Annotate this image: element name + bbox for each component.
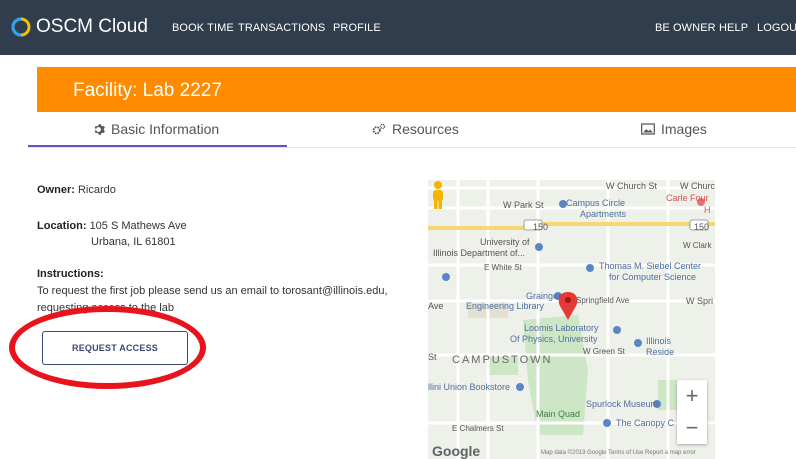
map-label: Spurlock Museum bbox=[586, 399, 659, 409]
map-label: Main Quad bbox=[536, 409, 581, 419]
map-label: H bbox=[704, 205, 711, 215]
map-label: W Church St bbox=[680, 181, 715, 191]
instructions-heading: Instructions: bbox=[37, 268, 104, 280]
location-map[interactable]: W Church St W Church St W Park St Campus… bbox=[428, 180, 715, 459]
owner-label: Owner: bbox=[37, 184, 75, 196]
nav-be-owner[interactable]: BE OWNER bbox=[655, 22, 716, 34]
map-label: W Green St bbox=[583, 347, 625, 356]
route-shield: 150 bbox=[533, 222, 549, 232]
map-label: Campus Circle bbox=[566, 198, 626, 208]
tab-label: Resources bbox=[392, 121, 459, 137]
map-label: for Computer Science bbox=[609, 272, 697, 282]
owner-row: Owner: Ricardo bbox=[37, 184, 116, 196]
map-label: Carle Four bbox=[666, 193, 709, 203]
map-label: Loomis Laboratory bbox=[524, 323, 599, 333]
active-tab-indicator bbox=[28, 145, 287, 147]
location-line1: 105 S Mathews Ave bbox=[89, 220, 187, 232]
map-label: W Spri bbox=[686, 296, 713, 306]
zoom-controls: + − bbox=[677, 380, 707, 444]
map-label: E Chalmers St bbox=[452, 424, 504, 433]
map-label: Grainger bbox=[526, 291, 562, 301]
nav-logout[interactable]: LOGOU bbox=[757, 22, 796, 34]
map-label: W Park St bbox=[503, 200, 544, 210]
tab-resources[interactable]: Resources bbox=[372, 121, 459, 137]
gear-icon bbox=[94, 123, 105, 135]
zoom-in-button[interactable]: + bbox=[677, 380, 707, 412]
nav-profile[interactable]: PROFILE bbox=[333, 22, 381, 34]
image-icon bbox=[641, 123, 655, 135]
request-access-button[interactable]: REQUEST ACCESS bbox=[42, 331, 188, 365]
tab-label: Basic Information bbox=[111, 121, 220, 137]
location-row: Location: 105 S Mathews Ave bbox=[37, 220, 187, 232]
brand-name[interactable]: OSCM Cloud bbox=[36, 16, 148, 38]
map-label: Reside bbox=[646, 347, 675, 357]
map-label: Ave bbox=[428, 301, 444, 311]
location-line2: Urbana, IL 61801 bbox=[91, 236, 176, 248]
map-label: University of bbox=[480, 237, 530, 247]
map-label: The Canopy C bbox=[616, 418, 675, 428]
page-title: Facility: Lab 2227 bbox=[73, 80, 222, 101]
map-label: W Clark bbox=[683, 241, 712, 250]
map-label: Of Physics, University bbox=[510, 334, 598, 344]
owner-value: Ricardo bbox=[77, 184, 116, 196]
street-view-pegman-icon[interactable] bbox=[428, 180, 448, 210]
map-label: W Church St bbox=[606, 181, 658, 191]
route-shield: 150 bbox=[694, 222, 710, 232]
map-label: Apartments bbox=[580, 209, 627, 219]
instructions-label: Instructions: bbox=[37, 268, 104, 280]
map-footer: Map data ©2019 Google Terms of Use Repor… bbox=[541, 450, 696, 456]
map-label: E White St bbox=[484, 263, 522, 272]
tab-basic-information[interactable]: Basic Information bbox=[92, 121, 219, 137]
tab-bar: Basic Information Resources Images bbox=[0, 112, 796, 148]
zoom-out-button[interactable]: − bbox=[677, 412, 707, 444]
map-label: CAMPUSTOWN bbox=[452, 354, 553, 366]
location-label: Location: bbox=[37, 220, 87, 232]
gears-icon bbox=[372, 123, 386, 134]
map-label: Illinois Department of... bbox=[433, 248, 526, 258]
map-label: Engineering Library bbox=[466, 301, 545, 311]
tab-label: Images bbox=[661, 121, 707, 137]
nav-book-time[interactable]: BOOK TIME bbox=[172, 22, 234, 34]
tab-divider bbox=[28, 147, 796, 148]
map-label: llini Union Bookstore bbox=[428, 382, 511, 392]
nav-help[interactable]: HELP bbox=[719, 22, 748, 34]
instructions-line1: To request the first job please send us … bbox=[37, 285, 388, 297]
map-label: St bbox=[428, 352, 437, 362]
facility-header: Facility: Lab 2227 bbox=[37, 67, 796, 112]
tab-images[interactable]: Images bbox=[641, 121, 707, 137]
nav-transactions[interactable]: TRANSACTIONS bbox=[238, 22, 325, 34]
oscm-logo-icon[interactable] bbox=[11, 17, 31, 37]
instructions-line2: requesting access to the lab bbox=[37, 302, 174, 314]
map-label: Springfield Ave bbox=[576, 296, 630, 305]
map-label: Illinois bbox=[646, 336, 672, 346]
top-nav-bar: OSCM Cloud BOOK TIME TRANSACTIONS PROFIL… bbox=[0, 0, 796, 55]
map-label: Thomas M. Siebel Center bbox=[599, 261, 702, 271]
google-logo: Google bbox=[432, 443, 481, 459]
